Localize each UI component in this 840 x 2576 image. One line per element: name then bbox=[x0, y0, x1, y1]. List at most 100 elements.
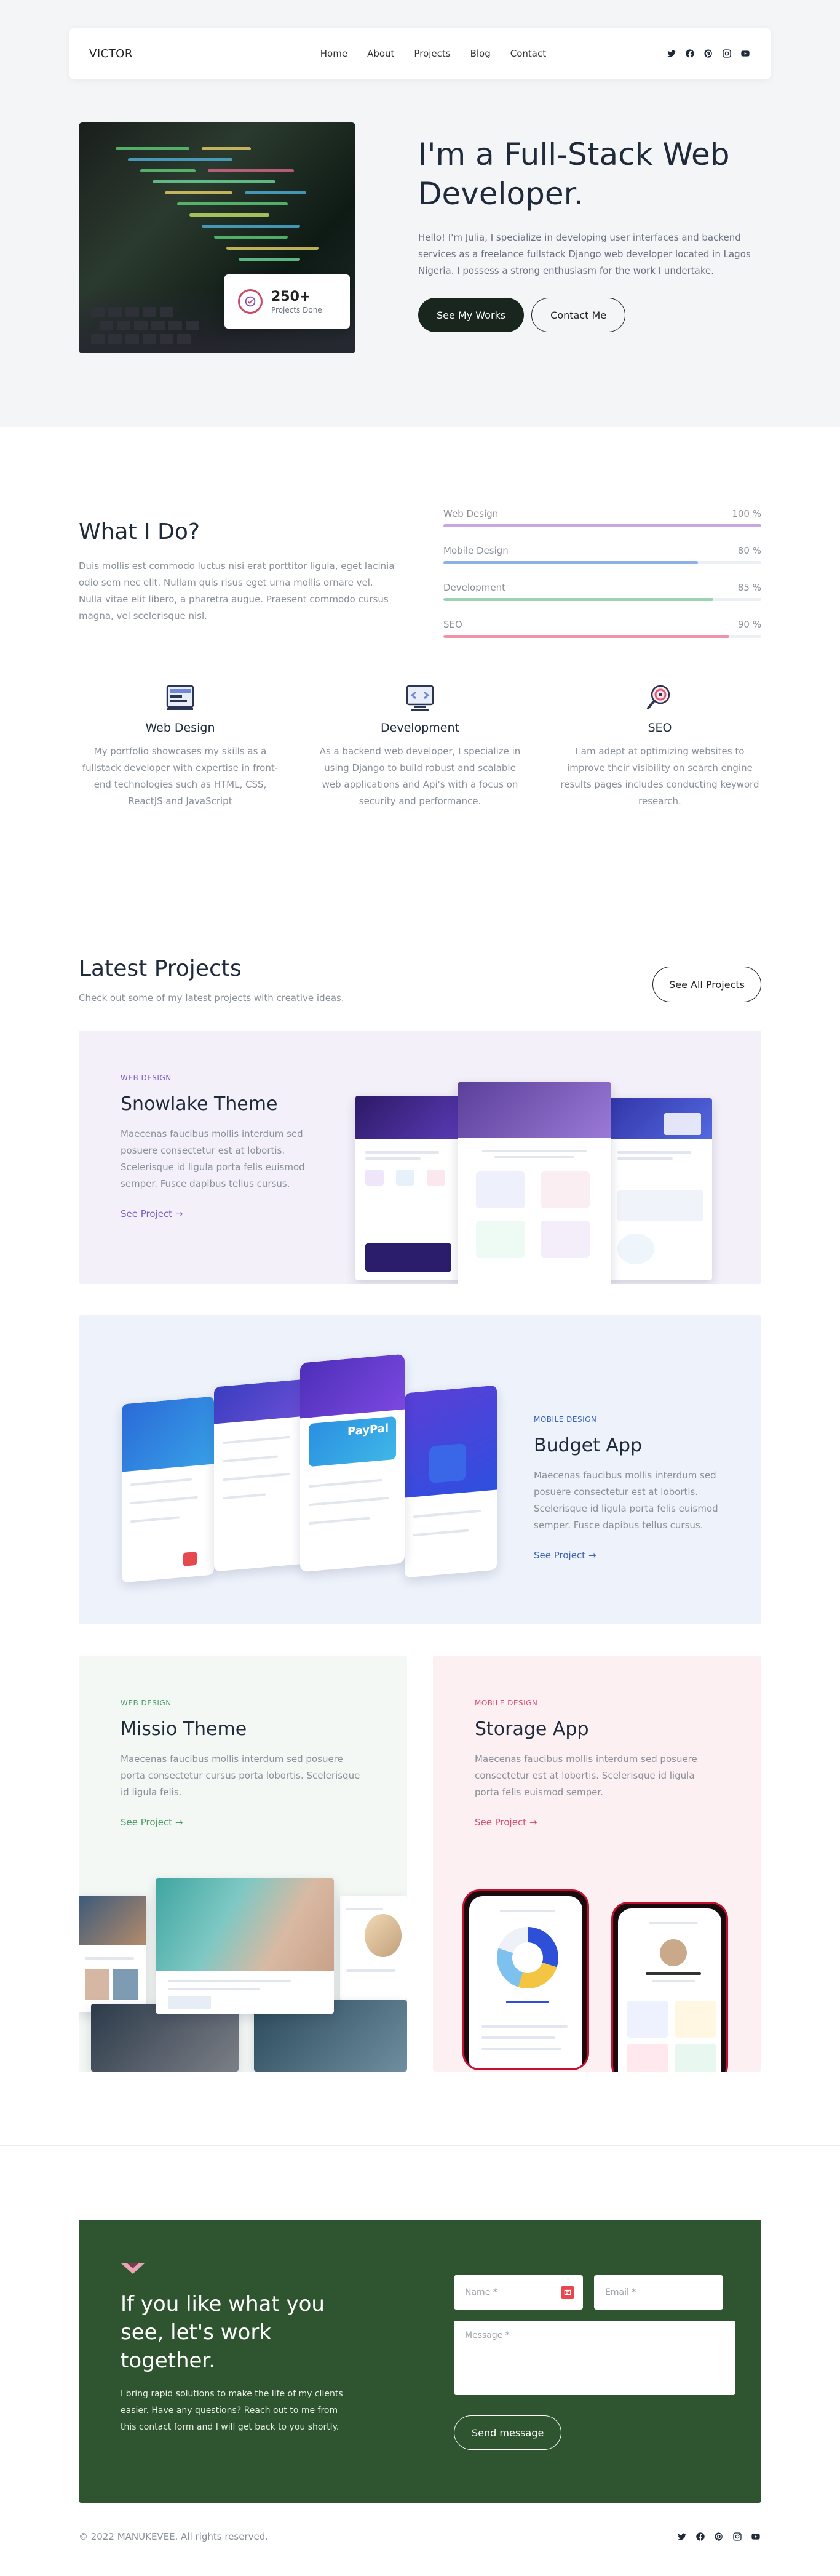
logo[interactable]: VICTOR bbox=[89, 47, 133, 60]
hero-buttons: See My Works Contact Me bbox=[418, 298, 760, 332]
project-category: Mobile Design bbox=[534, 1415, 597, 1424]
facebook-icon[interactable] bbox=[684, 48, 695, 59]
hero-text: I'm a Full-Stack Web Developer. Hello! I… bbox=[418, 122, 760, 332]
skill-mobile-design: Mobile Design 80 % bbox=[443, 545, 761, 564]
pinterest-icon[interactable] bbox=[703, 48, 714, 59]
project-description: Maecenas faucibus mollis interdum sed po… bbox=[534, 1470, 718, 1531]
nav-link-blog[interactable]: Blog bbox=[470, 48, 491, 59]
service-title: SEO bbox=[648, 721, 672, 735]
skill-web-design: Web Design 100 % bbox=[443, 508, 761, 527]
project-card-budget[interactable]: PayPal Mobile Design Budget App Maecenas… bbox=[79, 1315, 761, 1624]
see-all-projects-button[interactable]: See All Projects bbox=[652, 967, 761, 1002]
nav-links: Home About Projects Blog Contact bbox=[320, 48, 546, 59]
what-i-do-title: What I Do? bbox=[79, 519, 200, 544]
footer-socials bbox=[676, 2531, 761, 2542]
missio-screenshot bbox=[79, 1896, 146, 2012]
contact-section: If you like what you see, let's work tog… bbox=[0, 2145, 840, 2570]
skill-progress-track bbox=[443, 561, 761, 564]
nav-link-home[interactable]: Home bbox=[320, 48, 347, 59]
web-design-icon bbox=[163, 680, 197, 715]
missio-screenshot bbox=[340, 1896, 407, 2000]
project-category: Mobile Design bbox=[475, 1699, 538, 1707]
twitter-icon[interactable] bbox=[666, 48, 677, 59]
skill-progress-fill bbox=[443, 635, 730, 638]
project-description: Maecenas faucibus mollis interdum sed po… bbox=[121, 1128, 305, 1189]
skill-percent: 90 % bbox=[737, 619, 761, 630]
hero-description: Hello! I'm Julia, I specialize in develo… bbox=[418, 232, 751, 276]
project-category: Web Design bbox=[121, 1699, 172, 1707]
storage-app-phone bbox=[611, 1902, 728, 2072]
contact-me-button[interactable]: Contact Me bbox=[531, 298, 626, 332]
email-field[interactable] bbox=[594, 2275, 723, 2310]
skill-percent: 85 % bbox=[737, 582, 761, 593]
service-seo: SEO I am adept at optimizing websites to… bbox=[558, 680, 761, 810]
instagram-icon[interactable] bbox=[732, 2531, 743, 2542]
projects-done-card: 250+ Projects Done bbox=[224, 274, 350, 329]
project-title: Missio Theme bbox=[121, 1718, 247, 1740]
project-title: Storage App bbox=[475, 1718, 589, 1740]
nav-link-about[interactable]: About bbox=[367, 48, 394, 59]
send-message-button[interactable]: Send message bbox=[454, 2415, 562, 2450]
triangle-decor-icon bbox=[121, 2263, 145, 2274]
youtube-icon[interactable] bbox=[750, 2531, 761, 2542]
snowlake-screenshot bbox=[609, 1098, 712, 1280]
projects-title: Latest Projects bbox=[79, 956, 242, 981]
contact-form: Send message bbox=[454, 2220, 735, 2503]
project-card-snowlake[interactable]: Web Design Snowlake Theme Maecenas fauci… bbox=[79, 1031, 761, 1284]
navbar: VICTOR Home About Projects Blog Contact bbox=[69, 28, 771, 79]
see-project-link[interactable]: See Project → bbox=[534, 1550, 596, 1561]
service-web-design: Web Design My portfolio showcases my ski… bbox=[79, 680, 282, 810]
autofill-icon[interactable] bbox=[561, 2286, 574, 2299]
nav-link-contact[interactable]: Contact bbox=[510, 48, 546, 59]
project-title: Budget App bbox=[534, 1435, 643, 1456]
seo-icon bbox=[643, 680, 677, 715]
contact-card: If you like what you see, let's work tog… bbox=[79, 2220, 761, 2503]
missio-screenshot bbox=[91, 2004, 239, 2072]
see-project-link[interactable]: See Project → bbox=[475, 1817, 537, 1828]
projects-subtitle: Check out some of my latest projects wit… bbox=[79, 992, 344, 1003]
pinterest-icon[interactable] bbox=[713, 2531, 724, 2542]
see-my-works-button[interactable]: See My Works bbox=[418, 298, 525, 332]
message-field[interactable] bbox=[454, 2321, 735, 2395]
hero-title: I'm a Full-Stack Web Developer. bbox=[418, 137, 730, 212]
budget-app-screenshot bbox=[214, 1379, 306, 1572]
service-description: I am adept at optimizing websites to imp… bbox=[560, 746, 759, 807]
service-description: My portfolio showcases my skills as a fu… bbox=[82, 746, 279, 807]
instagram-icon[interactable] bbox=[721, 48, 732, 59]
project-title: Snowlake Theme bbox=[121, 1093, 278, 1115]
project-category: Web Design bbox=[121, 1074, 172, 1082]
what-i-do-section: What I Do? Duis mollis est commodo luctu… bbox=[0, 427, 840, 882]
projects-section: Latest Projects Check out some of my lat… bbox=[79, 882, 761, 2072]
budget-app-screenshot bbox=[405, 1385, 497, 1578]
project-card-missio[interactable]: Web Design Missio Theme Maecenas faucibu… bbox=[79, 1656, 407, 2072]
skill-progress-track bbox=[443, 635, 761, 638]
contact-title: If you like what you see, let's work tog… bbox=[121, 2292, 325, 2373]
skills-list: Web Design 100 % Mobile Design 80 % Develo… bbox=[443, 501, 761, 656]
youtube-icon[interactable] bbox=[740, 48, 751, 59]
nav-link-projects[interactable]: Projects bbox=[414, 48, 450, 59]
twitter-icon[interactable] bbox=[676, 2531, 687, 2542]
hero-section: VICTOR Home About Projects Blog Contact bbox=[0, 0, 840, 427]
skill-seo: SEO 90 % bbox=[443, 619, 761, 638]
projects-done-label: Projects Done bbox=[271, 305, 322, 314]
project-description: Maecenas faucibus mollis interdum sed po… bbox=[475, 1753, 697, 1798]
skill-percent: 100 % bbox=[732, 508, 761, 519]
missio-screenshot bbox=[156, 1878, 334, 2014]
skill-progress-track bbox=[443, 598, 761, 601]
see-project-link[interactable]: See Project → bbox=[121, 1208, 183, 1219]
skill-name: Web Design bbox=[443, 508, 499, 519]
services-list: Web Design My portfolio showcases my ski… bbox=[79, 680, 761, 810]
contact-description: I bring rapid solutions to make the life… bbox=[121, 2389, 343, 2432]
hero-content: 250+ Projects Done I'm a Full-Stack Web … bbox=[79, 122, 761, 353]
development-icon bbox=[403, 680, 437, 715]
skill-progress-track bbox=[443, 524, 761, 527]
project-card-storage[interactable]: Mobile Design Storage App Maecenas fauci… bbox=[433, 1656, 761, 2072]
see-project-link[interactable]: See Project → bbox=[121, 1817, 183, 1828]
target-badge-icon bbox=[238, 289, 263, 314]
nav-socials bbox=[666, 48, 751, 59]
facebook-icon[interactable] bbox=[695, 2531, 706, 2542]
projects-done-value: 250+ bbox=[271, 289, 311, 305]
skill-percent: 80 % bbox=[737, 545, 761, 556]
skill-progress-fill bbox=[443, 524, 761, 527]
storage-app-phone bbox=[462, 1889, 589, 2070]
